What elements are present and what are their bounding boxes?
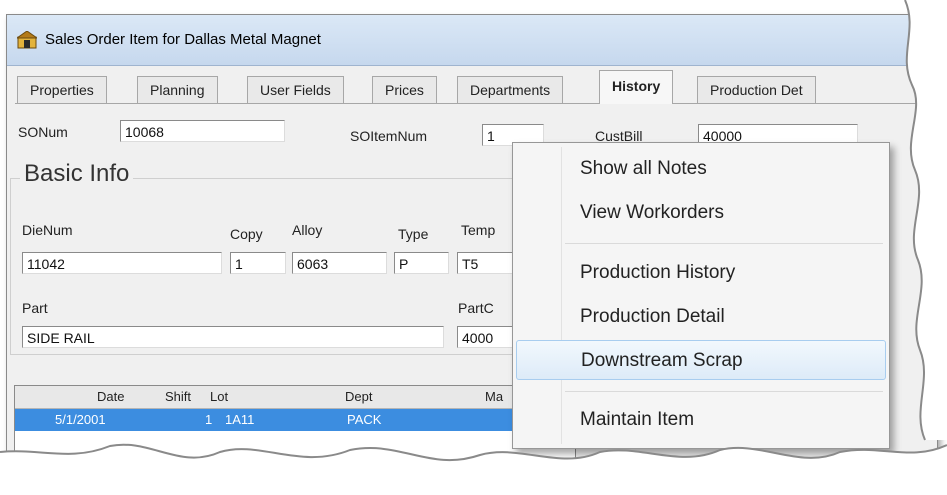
tab-history[interactable]: History bbox=[599, 70, 674, 104]
torn-edge-decoration bbox=[0, 0, 947, 495]
